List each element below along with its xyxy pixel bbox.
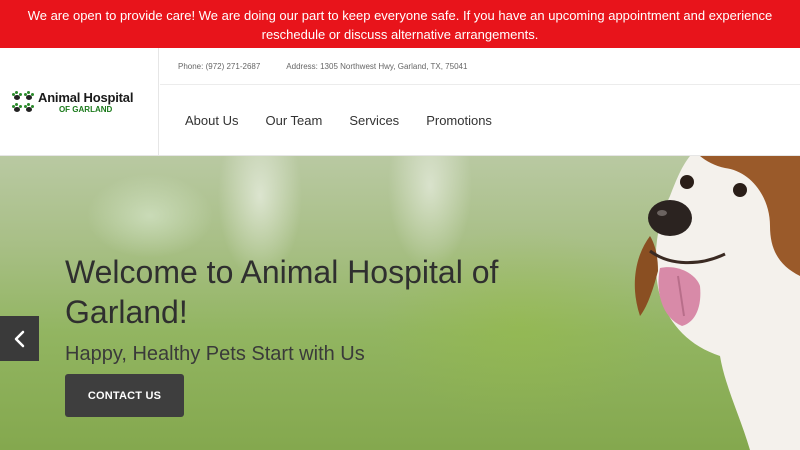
hero-carousel: Welcome to Animal Hospital of Garland! H… (0, 156, 800, 450)
alert-line-1: We are open to provide care! We are doin… (27, 8, 773, 23)
alert-banner: We are open to provide care! We are doin… (0, 0, 800, 48)
nav-item-our-team[interactable]: Our Team (265, 113, 322, 128)
dog-image (634, 156, 800, 450)
address-link[interactable]: Address: 1305 Northwest Hwy, Garland, TX… (286, 62, 467, 71)
nav-item-promotions[interactable]: Promotions (426, 113, 492, 128)
main-nav: About Us Our Team Services Promotions (160, 85, 800, 156)
carousel-prev-button[interactable] (0, 316, 39, 361)
logo-subtitle: OF GARLAND (58, 104, 113, 114)
hero-title: Welcome to Animal Hospital of Garland! (65, 254, 499, 330)
logo[interactable]: Animal Hospital OF GARLAND (0, 48, 159, 156)
nav-item-about-us[interactable]: About Us (185, 113, 238, 128)
nav-item-services[interactable]: Services (349, 113, 399, 128)
contact-us-button[interactable]: CONTACT US (65, 374, 184, 417)
contact-bar: Phone: (972) 271-2687 Address: 1305 Nort… (160, 48, 800, 85)
paw-print-icon (12, 91, 34, 113)
phone-link[interactable]: Phone: (972) 271-2687 (178, 62, 260, 71)
chevron-left-icon (14, 330, 24, 347)
logo-name: Animal Hospital (38, 89, 134, 105)
hero-subtitle: Happy, Healthy Pets Start with Us (65, 343, 365, 365)
site-header: Animal Hospital OF GARLAND Phone: (972) … (0, 48, 800, 156)
alert-line-2: reschedule or discuss alternative arrang… (261, 27, 539, 42)
